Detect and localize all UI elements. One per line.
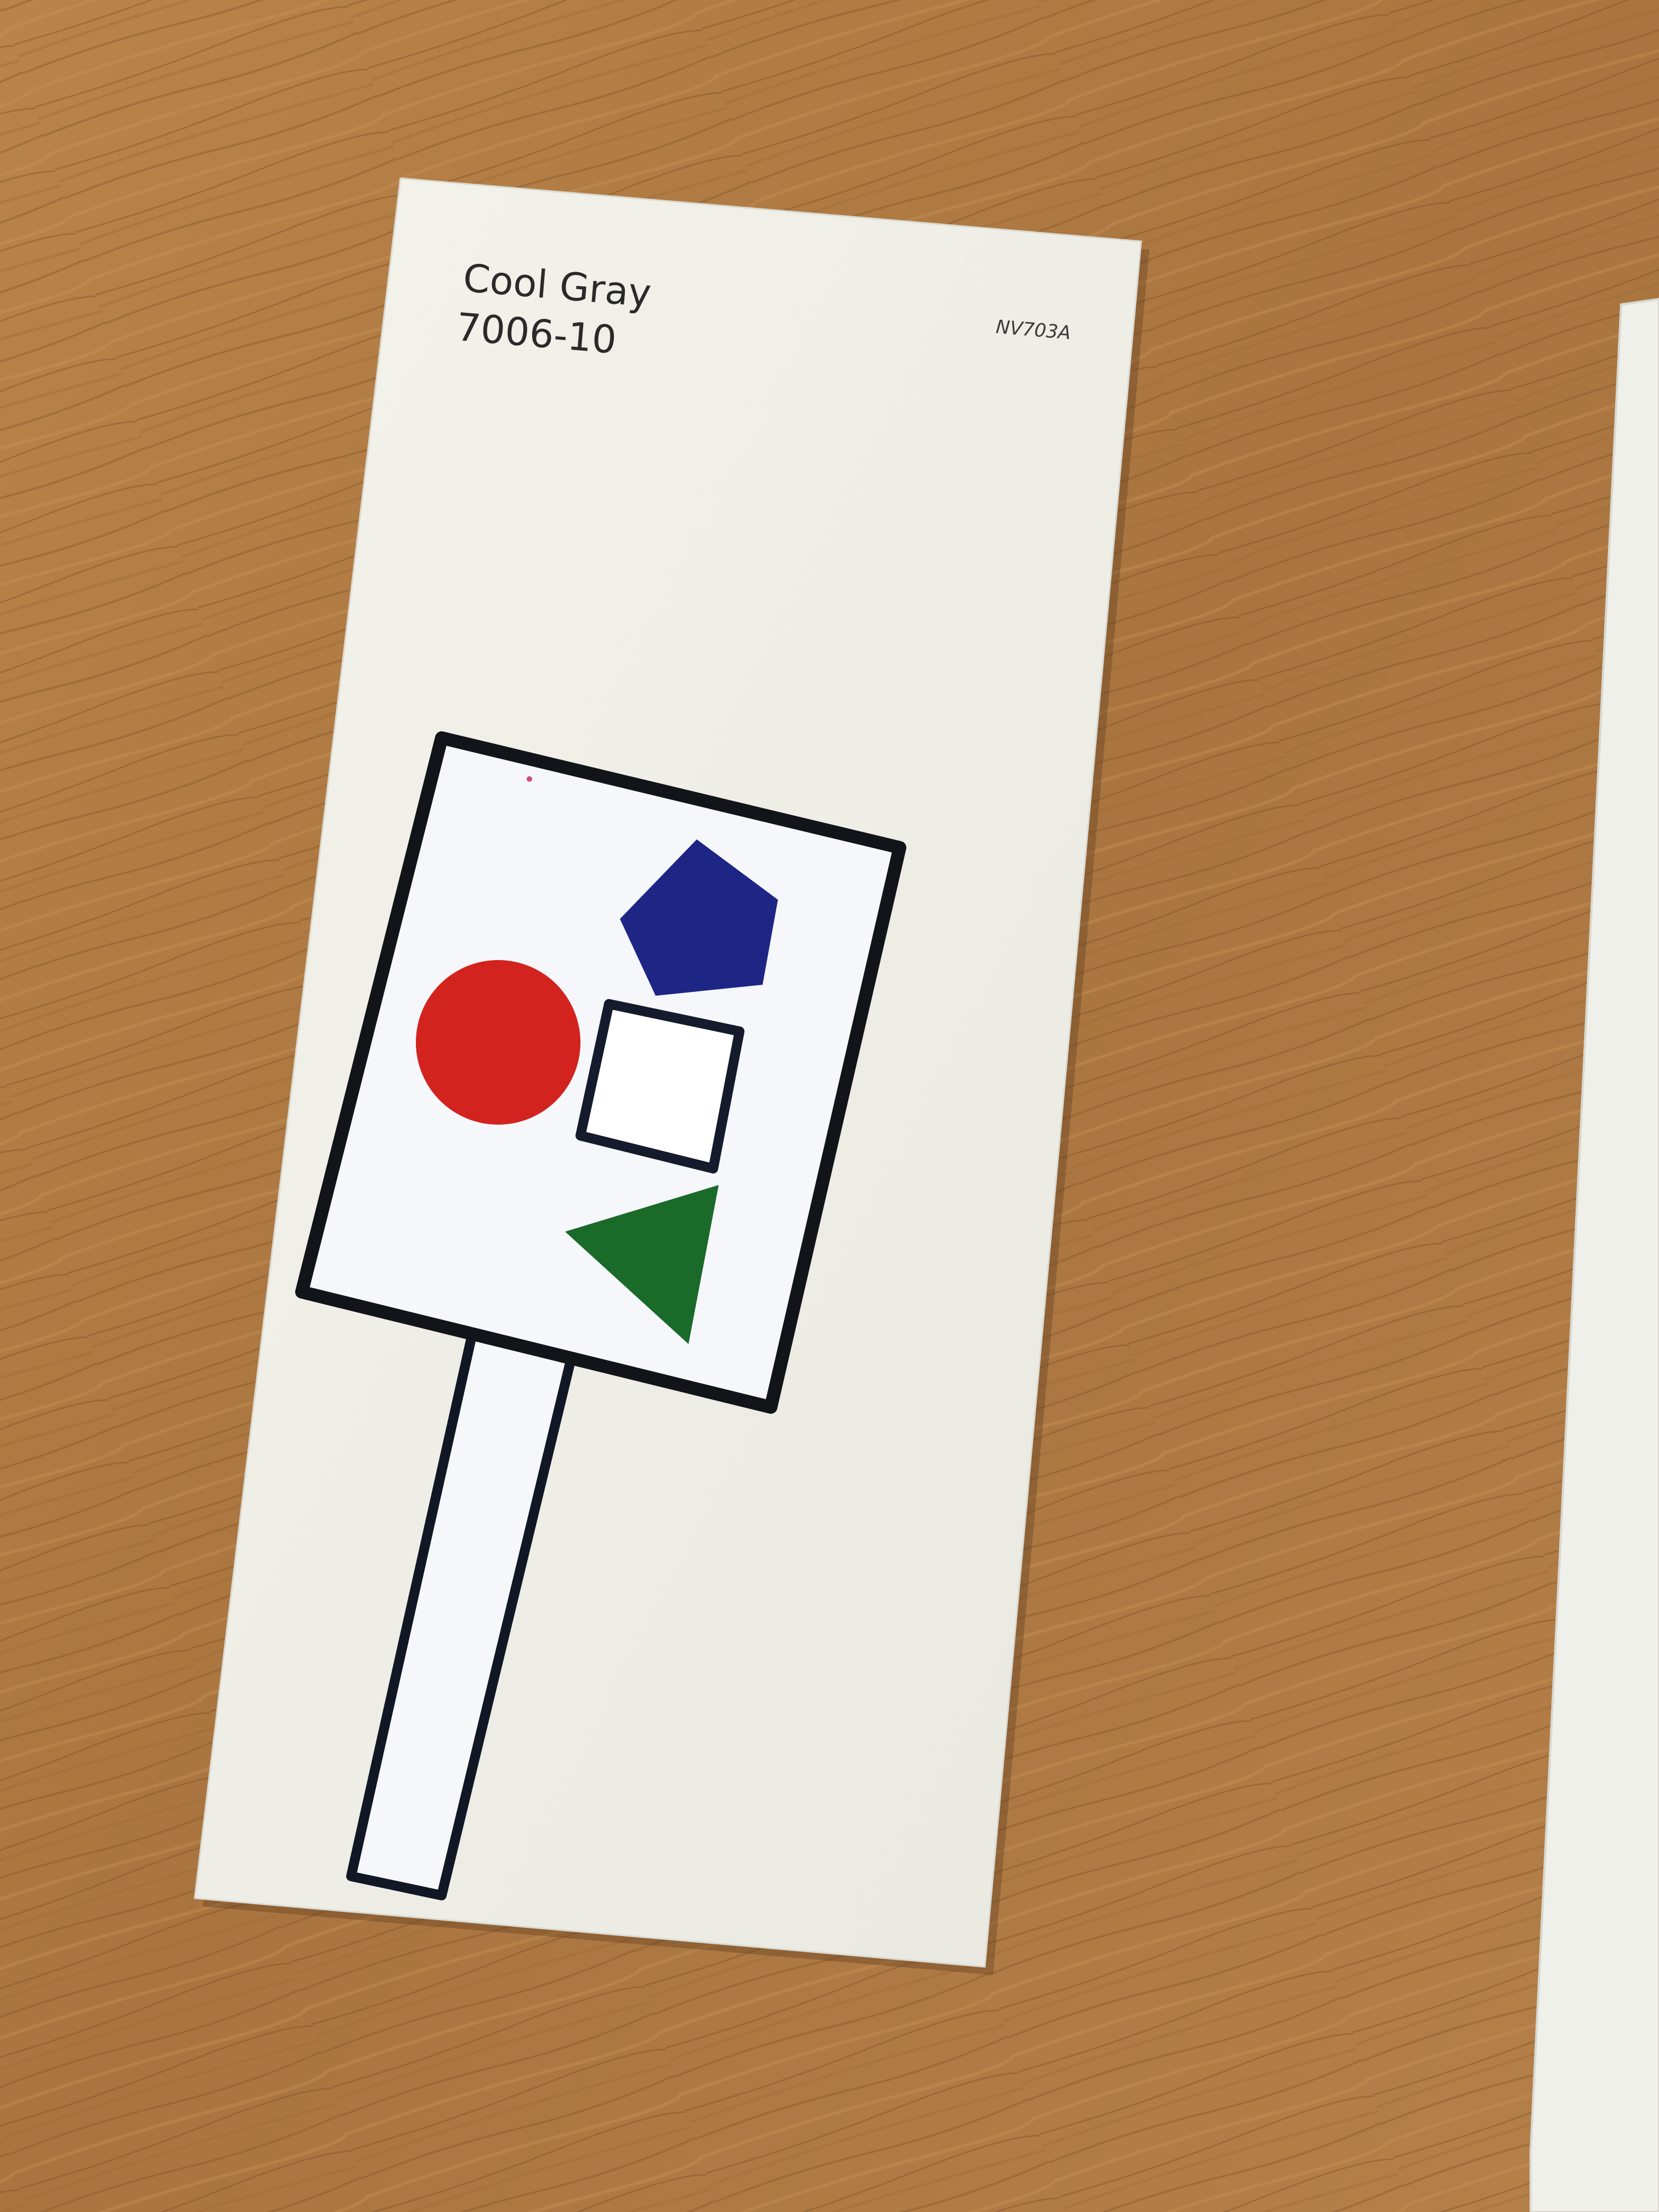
print-mark [527,776,532,782]
circle-icon [416,960,580,1125]
photo-scene: Cool Gray 7006-10 NV703A [0,0,1659,2212]
square-outline-icon [575,999,744,1173]
